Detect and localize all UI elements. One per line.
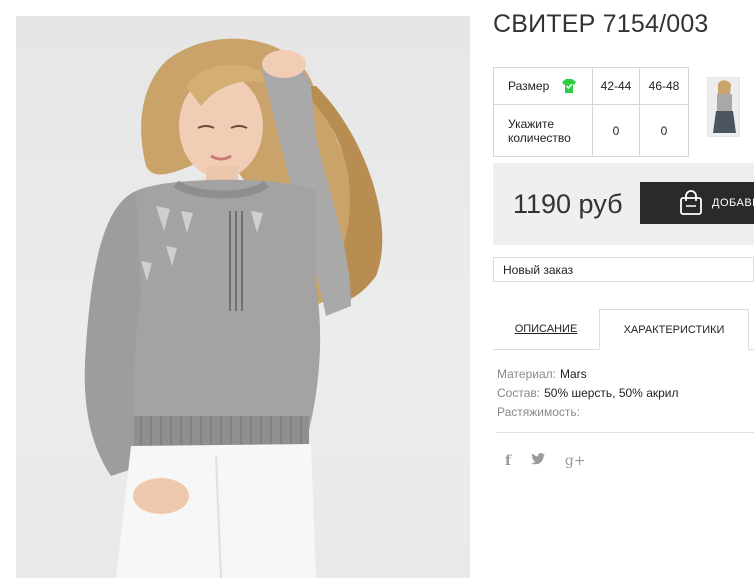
section-divider bbox=[496, 432, 754, 433]
tab-description[interactable]: ОПИСАНИЕ bbox=[493, 309, 599, 350]
product-thumbnail[interactable] bbox=[707, 77, 740, 137]
social-share: f g+ bbox=[505, 452, 602, 469]
product-tabs: ОПИСАНИЕ ХАРАКТЕРИСТИКИ bbox=[493, 309, 754, 350]
shopping-bag-icon bbox=[678, 190, 704, 216]
product-photo[interactable] bbox=[16, 16, 470, 578]
shirt-icon[interactable] bbox=[561, 79, 577, 94]
quantity-label: Укажите количество bbox=[493, 104, 593, 157]
price: 1190 руб bbox=[513, 189, 623, 219]
add-to-cart-label: ДОБАВИТЬ bbox=[712, 197, 754, 209]
order-select[interactable]: Новый заказ bbox=[493, 257, 754, 282]
spec-key: Материал: bbox=[497, 367, 556, 381]
size-label-cell: Размер bbox=[493, 67, 593, 105]
characteristics-list: Материал: Mars Состав: 50% шерсть, 50% акр… bbox=[497, 365, 679, 422]
product-title: СВИТЕР 7154/003 bbox=[493, 10, 709, 38]
quantity-input-46-48[interactable]: 0 bbox=[639, 104, 689, 157]
spec-row-composition: Состав: 50% шерсть, 50% акрил bbox=[497, 384, 679, 403]
size-column-46-48: 46-48 bbox=[639, 67, 689, 105]
quantity-input-42-44[interactable]: 0 bbox=[592, 104, 640, 157]
price-bar: 1190 руб ДОБАВИТЬ bbox=[493, 163, 754, 245]
spec-row-material: Материал: Mars bbox=[497, 365, 679, 384]
tab-characteristics[interactable]: ХАРАКТЕРИСТИКИ bbox=[599, 309, 749, 350]
size-column-42-44: 42-44 bbox=[592, 67, 640, 105]
product-photo-illustration bbox=[84, 38, 383, 578]
spec-key: Состав: bbox=[497, 386, 541, 400]
twitter-icon[interactable] bbox=[530, 452, 545, 468]
facebook-icon[interactable]: f bbox=[505, 453, 511, 469]
spec-value: Mars bbox=[559, 367, 587, 381]
spec-row-stretch: Растяжимость: bbox=[497, 403, 679, 422]
size-quantity-table: Размер 42-44 46-48 Укажите количество 0 … bbox=[493, 67, 689, 157]
size-label: Размер bbox=[508, 78, 550, 93]
googleplus-icon[interactable]: g+ bbox=[565, 453, 586, 469]
add-to-cart-button[interactable]: ДОБАВИТЬ bbox=[640, 182, 754, 224]
spec-key: Растяжимость: bbox=[497, 405, 581, 419]
spec-value: 50% шерсть, 50% акрил bbox=[544, 386, 679, 400]
